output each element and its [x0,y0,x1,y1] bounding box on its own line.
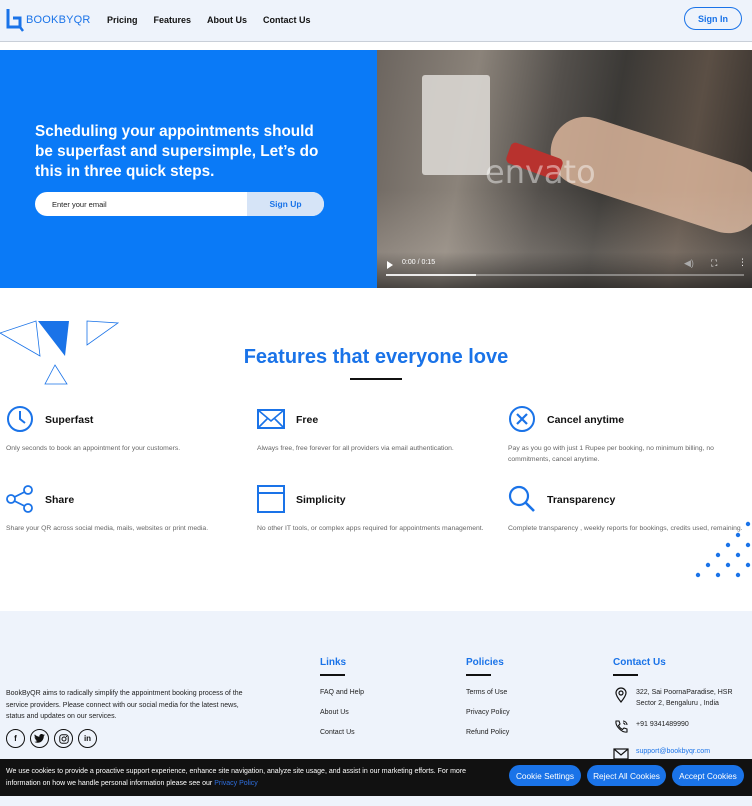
video-watermark: envato [485,153,596,191]
location-pin-icon [615,687,627,703]
footer-policies: Policies Terms of Use Privacy Policy Ref… [466,657,510,736]
more-options-icon[interactable]: ⋮ [738,257,747,268]
video-progress-fill [386,274,476,276]
policies-title: Policies [466,657,504,668]
contact-underline [613,674,638,676]
feature-title: Transparency [547,494,616,506]
twitter-icon[interactable] [30,729,49,748]
hero-panel: Scheduling your appointments should be s… [0,50,377,288]
links-title: Links [320,657,347,668]
video-bag-shape [422,75,490,175]
nav-features[interactable]: Features [154,15,192,25]
feature-title: Cancel anytime [547,414,625,426]
contact-phone: +91 9341489990 [613,719,689,735]
link-refund-policy[interactable]: Refund Policy [466,729,509,736]
contact-title: Contact Us [613,657,666,668]
phone-text[interactable]: +91 9341489990 [636,719,689,735]
envelope-icon [257,409,285,429]
link-about-us[interactable]: About Us [320,709,349,716]
link-terms-of-use[interactable]: Terms of Use [466,689,507,696]
cookie-banner: We use cookies to provide a proactive su… [0,759,752,796]
link-faq[interactable]: FAQ and Help [320,689,364,696]
main-nav: Pricing Features About Us Contact Us [107,15,327,25]
search-icon [508,485,535,512]
contact-address: 322, Sai PoornaParadise, HSR Sector 2, B… [613,687,744,709]
link-privacy-policy[interactable]: Privacy Policy [466,709,510,716]
feature-desc: No other IT tools, or complex apps requi… [257,525,484,532]
social-links: f in [6,729,102,748]
email-input[interactable] [35,192,247,216]
hero-section: Scheduling your appointments should be s… [0,50,752,288]
site-header: BOOKBYQR Pricing Features About Us Conta… [0,0,752,42]
features-title: Features that everyone love [243,346,509,368]
window-icon [257,485,285,513]
phone-icon [615,720,628,733]
feature-desc: Share your QR across social media, mails… [6,525,209,532]
play-icon[interactable] [387,261,393,269]
feature-desc: Pay as you go with just 1 Rupee per book… [508,445,714,463]
volume-icon[interactable]: ◀) [684,258,694,269]
video-progress-track[interactable] [386,274,744,276]
feature-title: Simplicity [296,494,346,506]
nav-pricing[interactable]: Pricing [107,15,138,25]
accept-cookies-button[interactable]: Accept Cookies [672,765,744,786]
policies-underline [466,674,491,676]
features-title-underline [350,378,402,380]
signup-form: Sign Up [35,192,324,216]
video-time: 0:00 / 0:15 [402,259,436,266]
cookie-settings-button[interactable]: Cookie Settings [509,765,581,786]
feature-title: Free [296,414,319,426]
footer-contact: Contact Us 322, Sai PoornaParadise, HSR … [613,657,748,760]
logo[interactable]: BOOKBYQR [6,7,91,33]
fullscreen-icon[interactable]: ⛶ [711,258,717,269]
footer-about: BookByQR aims to radically simplify the … [6,690,243,720]
footer-links: Links FAQ and Help About Us Contact Us [320,657,364,736]
nav-about-us[interactable]: About Us [207,15,247,25]
cancel-circle-icon [509,406,535,432]
feature-desc: Always free, free forever for all provid… [257,445,454,452]
cookie-privacy-link[interactable]: Privacy Policy [214,780,258,787]
nav-contact-us[interactable]: Contact Us [263,15,311,25]
logo-icon [6,9,24,32]
instagram-icon[interactable] [54,729,73,748]
linkedin-icon[interactable]: in [78,729,97,748]
video-player[interactable]: envato 0:00 / 0:15 ◀) ⛶ ⋮ [377,50,752,288]
facebook-icon[interactable]: f [6,729,25,748]
clock-icon [7,406,33,432]
logo-text: BOOKBYQR [26,14,91,26]
sign-up-button[interactable]: Sign Up [247,192,324,216]
address-text: 322, Sai PoornaParadise, HSR Sector 2, B… [636,689,733,707]
share-icon [6,485,33,513]
cookie-text: We use cookies to provide a proactive su… [6,766,501,790]
feature-desc: Only seconds to book an appointment for … [6,445,181,452]
decorative-dots [695,521,751,578]
hero-title: Scheduling your appointments should be s… [35,123,319,180]
sign-in-button[interactable]: Sign In [684,7,742,30]
feature-title: Share [45,494,75,506]
reject-cookies-button[interactable]: Reject All Cookies [587,765,666,786]
video-controls: 0:00 / 0:15 ◀) ⛶ ⋮ [377,252,752,288]
link-contact-us[interactable]: Contact Us [320,729,355,736]
links-underline [320,674,345,676]
feature-title: Superfast [45,414,94,426]
